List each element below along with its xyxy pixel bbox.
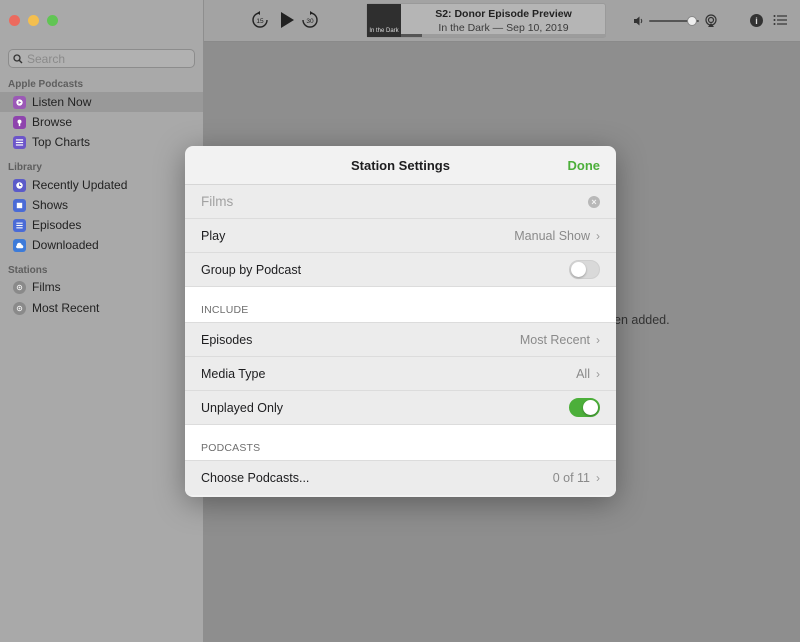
sidebar-item-label: Top Charts <box>32 135 91 149</box>
group-by-podcast-label: Group by Podcast <box>201 262 302 277</box>
include-section-header: INCLUDE <box>185 287 616 323</box>
play-row[interactable]: Play Manual Show › <box>185 219 616 253</box>
search-field[interactable]: Search <box>8 49 195 68</box>
sidebar-item-label: Listen Now <box>32 95 92 109</box>
station-name-field[interactable]: Films × <box>185 185 616 219</box>
sidebar: Search Apple Podcasts Listen Now Browse … <box>0 0 204 642</box>
sidebar-item-label: Films <box>32 280 61 294</box>
section-title-apple-podcasts: Apple Podcasts <box>8 79 84 90</box>
play-button[interactable] <box>278 11 296 29</box>
clear-icon: × <box>591 196 597 207</box>
chevron-right-icon: › <box>596 471 600 485</box>
station-icon <box>13 301 26 315</box>
download-icon <box>13 238 26 252</box>
playback-progress[interactable] <box>401 34 606 37</box>
station-name-value[interactable]: Films <box>201 194 588 209</box>
sidebar-item-label: Downloaded <box>32 238 99 252</box>
unplayed-only-toggle[interactable] <box>569 398 600 417</box>
sidebar-item-label: Browse <box>32 115 73 129</box>
sidebar-item-films[interactable]: Films <box>0 277 203 297</box>
chevron-right-icon: › <box>596 228 600 243</box>
sidebar-item-shows[interactable]: Shows <box>0 195 203 215</box>
skip-back-icon: 15 <box>252 11 268 28</box>
play-icon <box>281 12 294 28</box>
sidebar-item-label: Most Recent <box>32 301 100 315</box>
skip-forward-icon: 30 <box>302 11 318 28</box>
chevron-right-icon: › <box>596 366 600 381</box>
station-settings-dialog: Station Settings Done Films × Play Manua… <box>185 146 616 497</box>
list-icon <box>773 15 787 25</box>
unplayed-only-row: Unplayed Only <box>185 391 616 425</box>
media-type-value: All <box>576 366 590 381</box>
unplayed-only-label: Unplayed Only <box>201 400 283 415</box>
choose-podcasts-label: Choose Podcasts... <box>201 471 310 485</box>
play-label: Play <box>201 228 226 243</box>
listen-now-icon <box>13 95 26 109</box>
episode-subtitle: In the Dark — Sep 10, 2019 <box>438 22 569 34</box>
search-icon <box>13 53 23 63</box>
browse-icon <box>13 115 26 129</box>
playback-progress-fill <box>401 34 422 37</box>
shows-icon <box>13 198 26 212</box>
skip-forward-button[interactable]: 30 <box>301 11 319 29</box>
episodes-icon <box>13 218 26 232</box>
station-icon <box>13 280 26 294</box>
clear-text-button[interactable]: × <box>588 195 600 208</box>
media-type-label: Media Type <box>201 366 266 381</box>
volume-slider-knob[interactable] <box>686 16 697 26</box>
toggle-knob <box>571 262 586 277</box>
toolbar: 15 30 In the Dark S2: Donor Episode Prev… <box>204 0 800 42</box>
episodes-label: Episodes <box>201 332 253 347</box>
sidebar-item-recently-updated[interactable]: Recently Updated <box>0 175 203 195</box>
sidebar-item-downloaded[interactable]: Downloaded <box>0 235 203 255</box>
section-title-library: Library <box>8 162 42 173</box>
top-charts-icon <box>13 135 26 149</box>
volume-slider[interactable] <box>649 16 699 26</box>
sidebar-item-listen-now[interactable]: Listen Now <box>0 92 203 112</box>
play-value: Manual Show <box>514 228 590 243</box>
toggle-knob <box>583 400 598 415</box>
volume-icon <box>633 15 645 27</box>
minimize-window-button[interactable] <box>28 15 39 26</box>
group-by-podcast-toggle[interactable] <box>569 260 600 279</box>
skip-back-seconds: 15 <box>256 18 264 25</box>
dialog-header: Station Settings Done <box>185 146 616 185</box>
sidebar-item-label: Shows <box>32 198 69 212</box>
zoom-window-button[interactable] <box>47 15 58 26</box>
clock-icon <box>13 178 26 192</box>
info-button[interactable]: i <box>750 14 763 27</box>
sidebar-item-label: Episodes <box>32 218 82 232</box>
airplay-button[interactable] <box>704 14 718 28</box>
podcasts-section-header: PODCASTS <box>185 425 616 461</box>
episodes-row[interactable]: Episodes Most Recent › <box>185 323 616 357</box>
close-window-button[interactable] <box>9 15 20 26</box>
sidebar-item-most-recent[interactable]: Most Recent <box>0 298 203 318</box>
skip-back-button[interactable]: 15 <box>251 11 269 29</box>
episodes-value: Most Recent <box>519 332 590 347</box>
sidebar-item-label: Recently Updated <box>32 178 128 192</box>
choose-podcasts-row[interactable]: Choose Podcasts... 0 of 11 › <box>185 461 616 495</box>
episode-artwork: In the Dark <box>367 4 401 37</box>
now-playing-display[interactable]: In the Dark S2: Donor Episode Preview In… <box>366 3 606 38</box>
chevron-right-icon: › <box>596 332 600 347</box>
sidebar-item-episodes[interactable]: Episodes <box>0 215 203 235</box>
background-status-text: en added. <box>614 313 670 327</box>
info-icon: i <box>755 15 758 26</box>
up-next-button[interactable] <box>773 14 787 26</box>
media-type-row[interactable]: Media Type All › <box>185 357 616 391</box>
group-by-podcast-row: Group by Podcast <box>185 253 616 287</box>
search-placeholder: Search <box>27 51 66 66</box>
section-title-stations: Stations <box>8 265 48 276</box>
done-button[interactable]: Done <box>568 158 601 173</box>
sidebar-item-top-charts[interactable]: Top Charts <box>0 132 203 152</box>
episode-title: S2: Donor Episode Preview <box>435 8 572 20</box>
choose-podcasts-value: 0 of 11 <box>552 471 590 485</box>
airplay-icon <box>705 14 717 27</box>
sidebar-item-browse[interactable]: Browse <box>0 112 203 132</box>
window-controls <box>9 15 58 26</box>
skip-forward-seconds: 30 <box>306 18 314 25</box>
dialog-title: Station Settings <box>351 158 450 173</box>
